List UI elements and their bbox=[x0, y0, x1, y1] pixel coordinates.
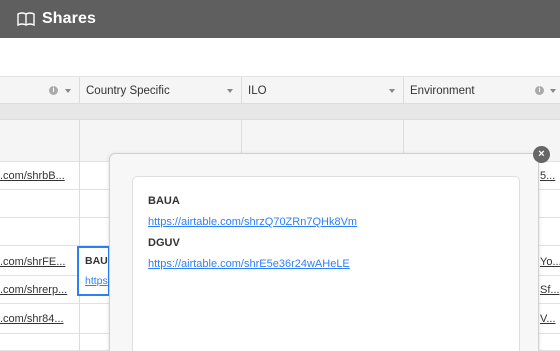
selected-cell-title: BAUA bbox=[85, 255, 108, 267]
selected-cell[interactable]: BAUA https bbox=[77, 246, 110, 296]
entry-link[interactable]: https://airtable.com/shrzQ70ZRn7QHk8Vm bbox=[148, 215, 519, 229]
chevron-down-icon[interactable] bbox=[550, 89, 556, 93]
entry-name: BAUA bbox=[148, 195, 180, 207]
entry-name: DGUV bbox=[148, 237, 180, 249]
title-bar: Shares bbox=[0, 0, 560, 38]
environment-cell[interactable]: V... bbox=[540, 313, 560, 325]
chevron-down-icon[interactable] bbox=[65, 89, 71, 93]
group-header-row bbox=[0, 104, 560, 120]
book-icon bbox=[17, 12, 35, 26]
environment-cell[interactable]: 5... bbox=[540, 170, 560, 182]
column-header-ilo[interactable]: ILO bbox=[242, 77, 404, 104]
column-header-primary[interactable]: i bbox=[0, 77, 80, 104]
selected-cell-link[interactable]: https bbox=[85, 275, 108, 287]
environment-cell[interactable]: Sf... bbox=[540, 284, 560, 296]
share-link-cell[interactable]: .com/shrerp... bbox=[0, 284, 75, 296]
grid-header: i Country Specific ILO Environment i bbox=[0, 77, 560, 104]
column-label: ILO bbox=[248, 84, 267, 97]
column-label: Environment bbox=[410, 84, 475, 97]
column-header-country-specific[interactable]: Country Specific bbox=[80, 77, 242, 104]
info-icon[interactable]: i bbox=[535, 86, 544, 95]
popup-content: BAUA https://airtable.com/shrzQ70ZRn7QHk… bbox=[132, 176, 520, 351]
column-header-environment[interactable]: Environment i bbox=[404, 77, 560, 104]
info-icon[interactable]: i bbox=[49, 86, 58, 95]
column-label: Country Specific bbox=[86, 84, 170, 97]
column-divider bbox=[79, 120, 80, 351]
chevron-down-icon[interactable] bbox=[389, 89, 395, 93]
share-link-cell[interactable]: .com/shr84... bbox=[0, 313, 75, 325]
entry-link[interactable]: https://airtable.com/shrE5e36r24wAHeLE bbox=[148, 257, 519, 271]
share-link-cell[interactable]: .com/shrFE... bbox=[0, 256, 75, 268]
toolbar bbox=[0, 38, 560, 77]
close-icon[interactable]: × bbox=[533, 146, 550, 163]
app-title: Shares bbox=[42, 10, 96, 27]
share-link-cell[interactable]: .com/shrbB... bbox=[0, 170, 75, 182]
environment-cell[interactable]: Yo... bbox=[540, 256, 560, 268]
expanded-cell-popup: BAUA https://airtable.com/shrzQ70ZRn7QHk… bbox=[109, 153, 539, 351]
chevron-down-icon[interactable] bbox=[227, 89, 233, 93]
